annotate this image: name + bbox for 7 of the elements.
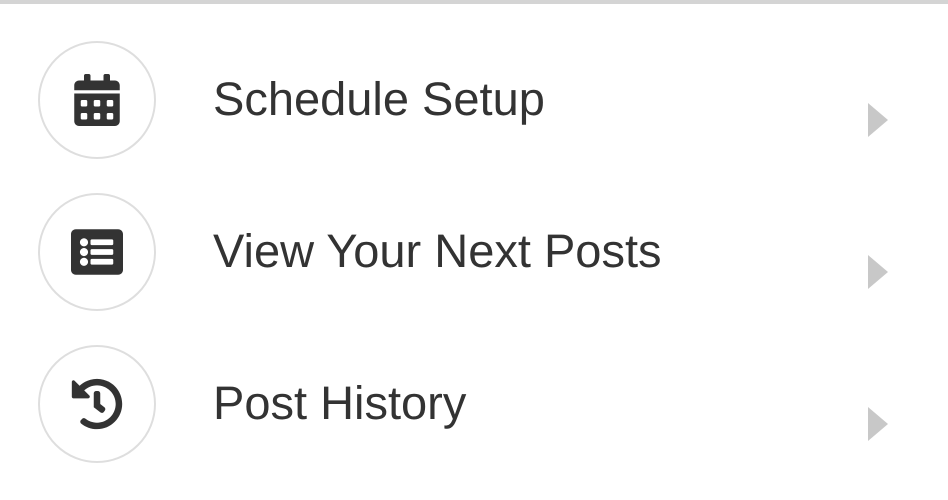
- menu-item[interactable]: Post History: [0, 328, 948, 480]
- menu-item[interactable]: View Your Next Posts: [0, 176, 948, 328]
- caret-icon: [868, 407, 888, 441]
- caret-icon: [868, 255, 888, 289]
- caret-icon: [868, 103, 888, 137]
- menu-item[interactable]: Schedule Setup: [0, 24, 948, 176]
- history-icon: [71, 378, 123, 430]
